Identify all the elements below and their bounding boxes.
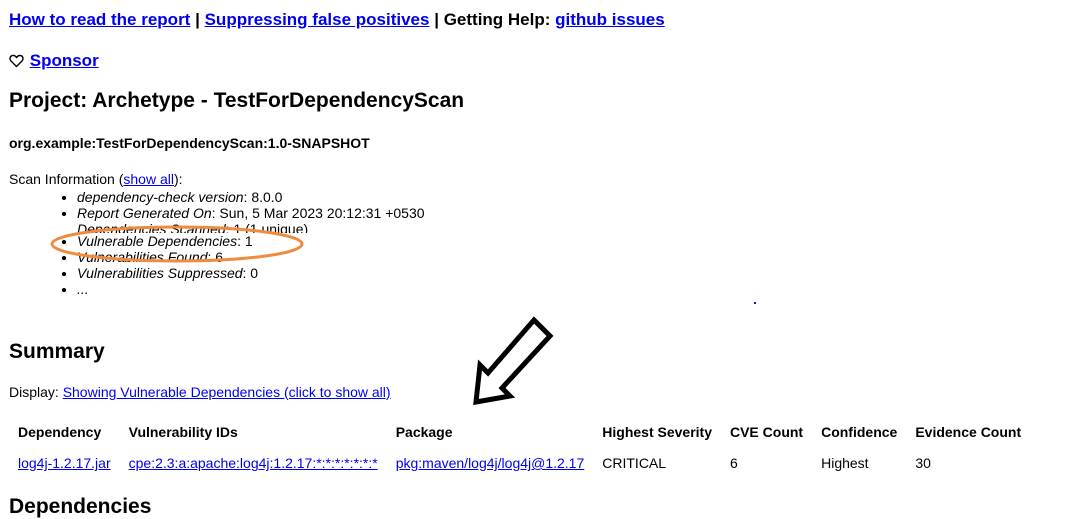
table-row: log4j-1.2.17.jar cpe:2.3:a:apache:log4j:… bbox=[9, 446, 1030, 480]
column-header-dependency[interactable]: Dependency bbox=[9, 418, 120, 446]
scan-info-item: Vulnerabilities Found: 6 bbox=[77, 249, 425, 265]
package-link[interactable]: pkg:maven/log4j/log4j@1.2.17 bbox=[396, 455, 585, 471]
display-label: Display: bbox=[9, 384, 59, 400]
nav-separator: | bbox=[434, 10, 439, 29]
package-cell: pkg:maven/log4j/log4j@1.2.17 bbox=[387, 446, 594, 480]
sponsor-row: Sponsor bbox=[9, 51, 99, 73]
column-header-package[interactable]: Package bbox=[387, 418, 594, 446]
stray-dot bbox=[754, 302, 756, 304]
display-filter: Display: Showing Vulnerable Dependencies… bbox=[9, 384, 391, 400]
nav-separator: | bbox=[195, 10, 200, 29]
scan-info-item-vulnerable-dependencies: Vulnerable Dependencies: 1 bbox=[77, 233, 425, 249]
scan-info-item: Vulnerabilities Suppressed: 0 bbox=[77, 265, 425, 281]
top-navigation: How to read the report | Suppressing fal… bbox=[9, 10, 665, 30]
scan-info-item-more: ... bbox=[77, 281, 425, 297]
scan-info-item: dependency-check version: 8.0.0 bbox=[77, 189, 425, 205]
scan-information-label: Scan Information (show all): bbox=[9, 171, 183, 187]
summary-table: Dependency Vulnerability IDs Package Hig… bbox=[9, 418, 1030, 480]
getting-help-label: Getting Help: bbox=[443, 10, 551, 29]
evidence-count-cell: 30 bbox=[915, 455, 931, 471]
column-header-evidence-count[interactable]: Evidence Count bbox=[906, 418, 1030, 446]
column-header-vulnerability-ids[interactable]: Vulnerability IDs bbox=[120, 418, 387, 446]
column-header-confidence[interactable]: Confidence bbox=[812, 418, 906, 446]
pointer-arrow-annotation bbox=[473, 316, 554, 406]
toggle-vulnerable-dependencies-link[interactable]: Showing Vulnerable Dependencies (click t… bbox=[63, 384, 391, 400]
sponsor-link[interactable]: Sponsor bbox=[30, 51, 99, 70]
project-title: Project: Archetype - TestForDependencySc… bbox=[9, 89, 465, 112]
how-to-read-report-link[interactable]: How to read the report bbox=[9, 10, 190, 29]
confidence-cell: Highest bbox=[821, 455, 869, 471]
show-all-scan-info-link[interactable]: show all bbox=[123, 171, 174, 187]
github-issues-link[interactable]: github issues bbox=[555, 10, 665, 29]
cve-count-cell: 6 bbox=[729, 455, 738, 471]
table-header-row: Dependency Vulnerability IDs Package Hig… bbox=[9, 418, 1030, 446]
dependency-link[interactable]: log4j-1.2.17.jar bbox=[18, 455, 111, 471]
heart-icon bbox=[9, 53, 25, 73]
scan-information-list: dependency-check version: 8.0.0 Report G… bbox=[61, 189, 425, 297]
dependencies-heading: Dependencies bbox=[9, 495, 152, 518]
dependency-cell: log4j-1.2.17.jar bbox=[9, 446, 120, 480]
summary-heading: Summary bbox=[9, 340, 105, 363]
scan-info-item: Dependencies Scanned: 1 (1 unique) bbox=[77, 221, 425, 233]
column-header-cve-count[interactable]: CVE Count bbox=[721, 418, 812, 446]
project-artifact-id: org.example:TestForDependencyScan:1.0-SN… bbox=[9, 135, 370, 151]
suppressing-false-positives-link[interactable]: Suppressing false positives bbox=[205, 10, 430, 29]
scan-info-item: Report Generated On: Sun, 5 Mar 2023 20:… bbox=[77, 205, 425, 221]
severity-cell: CRITICAL bbox=[602, 455, 667, 471]
vulnerability-id-link[interactable]: cpe:2.3:a:apache:log4j:1.2.17:*:*:*:*:*:… bbox=[129, 455, 378, 471]
column-header-highest-severity[interactable]: Highest Severity bbox=[593, 418, 721, 446]
vulnerability-ids-cell: cpe:2.3:a:apache:log4j:1.2.17:*:*:*:*:*:… bbox=[120, 446, 387, 480]
